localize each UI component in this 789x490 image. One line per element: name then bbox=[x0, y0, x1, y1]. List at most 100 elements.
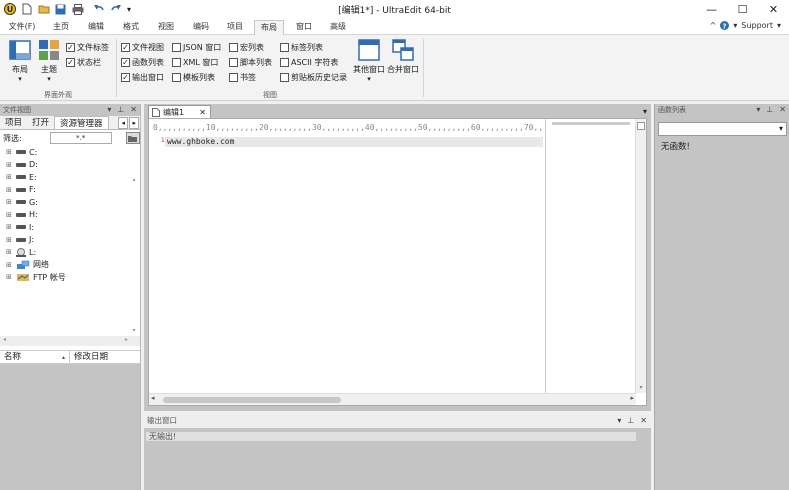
other-windows-button[interactable]: 其他窗口 ▾ bbox=[353, 39, 385, 83]
print-icon[interactable] bbox=[71, 3, 84, 16]
minimap-viewport[interactable] bbox=[552, 122, 630, 125]
document-close-icon[interactable]: ✕ bbox=[199, 108, 206, 117]
checkbox-ascii-table[interactable]: ASCII 字符表 bbox=[280, 57, 338, 68]
checkbox-output-window-box[interactable]: ✓ bbox=[121, 73, 130, 82]
document-list-dropdown-icon[interactable]: ▾ bbox=[643, 107, 647, 116]
close-button[interactable]: ✕ bbox=[758, 0, 789, 18]
minimize-button[interactable]: — bbox=[696, 0, 727, 18]
hscroll-right-icon[interactable]: ▸ bbox=[125, 336, 128, 343]
tab-file[interactable]: 文件(F) bbox=[4, 20, 40, 35]
expand-icon[interactable]: ⊞ bbox=[6, 198, 13, 206]
checkbox-status-bar-box[interactable]: ✓ bbox=[66, 58, 75, 67]
checkbox-xml-window[interactable]: XML 窗口 bbox=[172, 57, 218, 68]
tree-item-drive[interactable]: ⊞ I: bbox=[6, 221, 140, 234]
support-chevron-icon[interactable]: ▾ bbox=[777, 21, 781, 30]
expand-icon[interactable]: ⊞ bbox=[6, 273, 13, 281]
tree-item-drive[interactable]: ⊞ E: bbox=[6, 171, 140, 184]
filter-input[interactable]: *.* bbox=[49, 132, 112, 144]
function-filter-select[interactable]: ▾ bbox=[658, 122, 787, 136]
checkbox-xml-window-box[interactable] bbox=[172, 58, 181, 67]
merge-windows-button[interactable]: 合并窗口 bbox=[387, 39, 419, 75]
tree-item-drive[interactable]: ⊞ H: bbox=[6, 209, 140, 222]
hscroll-right-icon[interactable]: ▸ bbox=[630, 394, 634, 402]
maximize-button[interactable]: ☐ bbox=[727, 0, 758, 18]
support-menu[interactable]: ^ ? ▾ Support ▾ bbox=[710, 21, 781, 30]
tab-advanced[interactable]: 高级 bbox=[324, 20, 352, 35]
support-dropdown-icon[interactable]: ▾ bbox=[733, 21, 737, 30]
checkbox-bookmarks[interactable]: 书签 bbox=[229, 72, 256, 83]
expand-icon[interactable]: ⊞ bbox=[6, 186, 13, 194]
checkbox-tag-list[interactable]: 标签列表 bbox=[280, 42, 323, 53]
expand-icon[interactable]: ⊞ bbox=[6, 261, 13, 269]
expand-icon[interactable]: ⊞ bbox=[6, 211, 13, 219]
tree-item-drive[interactable]: ⊞ F: bbox=[6, 184, 140, 197]
tab-project-files[interactable]: 项目 bbox=[0, 116, 27, 129]
tab-scroll-left-icon[interactable]: ◂ bbox=[118, 117, 128, 129]
expand-icon[interactable]: ⊞ bbox=[6, 161, 13, 169]
theme-button[interactable]: 主题 ▾ bbox=[36, 39, 62, 83]
help-icon[interactable]: ? bbox=[720, 21, 730, 30]
output-pin-icon[interactable]: ⊥ bbox=[627, 414, 634, 428]
tree-item-drive[interactable]: ⊞ L: bbox=[6, 246, 140, 259]
checkbox-file-tabs-box[interactable]: ✓ bbox=[66, 43, 75, 52]
editor-hscroll[interactable]: ◂ ▸ bbox=[149, 393, 636, 405]
checkbox-script-list[interactable]: 脚本列表 bbox=[229, 57, 272, 68]
tree-item-drive[interactable]: ⊞ G: bbox=[6, 196, 140, 209]
tree-item-drive[interactable]: ⊞ D: bbox=[6, 159, 140, 172]
filter-apply-button[interactable] bbox=[125, 132, 140, 144]
hscroll-left-icon[interactable]: ◂ bbox=[3, 336, 6, 343]
checkbox-clipboard-history[interactable]: 剪贴板历史记录 bbox=[280, 72, 347, 83]
checkbox-script-list-box[interactable] bbox=[229, 58, 238, 67]
tab-explorer[interactable]: 资源管理器 bbox=[54, 116, 109, 129]
tree-vscroll[interactable]: ▴ ▾ bbox=[130, 176, 138, 334]
tab-view[interactable]: 视图 bbox=[152, 20, 180, 35]
checkbox-function-list-box[interactable]: ✓ bbox=[121, 58, 130, 67]
expand-icon[interactable]: ⊞ bbox=[6, 173, 13, 181]
checkbox-json-window[interactable]: JSON 窗口 bbox=[172, 42, 221, 53]
tree-hscroll[interactable]: ◂ ▸ bbox=[0, 336, 140, 346]
collapse-ribbon-icon[interactable]: ^ bbox=[710, 21, 717, 30]
tab-open-files[interactable]: 打开 bbox=[27, 116, 54, 129]
checkbox-function-list[interactable]: ✓ 函数列表 bbox=[121, 57, 164, 68]
function-list-close-icon[interactable]: ✕ bbox=[779, 104, 786, 116]
column-name[interactable]: 名称 ▴ bbox=[0, 351, 70, 363]
checkbox-macro-list[interactable]: 宏列表 bbox=[229, 42, 264, 53]
panel-close-icon[interactable]: ✕ bbox=[130, 104, 137, 116]
save-icon[interactable] bbox=[54, 3, 67, 16]
scroll-down-icon[interactable]: ▾ bbox=[130, 327, 138, 334]
checkbox-status-bar[interactable]: ✓ 状态栏 bbox=[66, 57, 101, 68]
checkbox-file-tabs[interactable]: ✓ 文件标签 bbox=[66, 42, 109, 53]
support-label[interactable]: Support bbox=[741, 21, 773, 30]
tab-layout[interactable]: 布局 bbox=[254, 20, 284, 35]
undo-icon[interactable] bbox=[92, 3, 105, 16]
tree-item-network[interactable]: ⊞ 网络 bbox=[6, 259, 140, 272]
output-menu-icon[interactable]: ▾ bbox=[617, 414, 621, 428]
panel-menu-icon[interactable]: ▾ bbox=[107, 104, 111, 116]
function-list-menu-icon[interactable]: ▾ bbox=[756, 104, 760, 116]
tab-scroll-right-icon[interactable]: ▸ bbox=[129, 117, 139, 129]
checkbox-file-view[interactable]: ✓ 文件视图 bbox=[121, 42, 164, 53]
tab-edit[interactable]: 编辑 bbox=[82, 20, 110, 35]
tab-format[interactable]: 格式 bbox=[117, 20, 145, 35]
editor-vscroll[interactable]: ▾ bbox=[635, 119, 646, 393]
tree-item-ftp[interactable]: ⊞ FTP 帐号 bbox=[6, 271, 140, 284]
checkbox-tag-list-box[interactable] bbox=[280, 43, 289, 52]
checkbox-template-list[interactable]: 模板列表 bbox=[172, 72, 215, 83]
checkbox-ascii-table-box[interactable] bbox=[280, 58, 289, 67]
customize-qat-icon[interactable]: ▾ bbox=[126, 3, 132, 16]
tab-project[interactable]: 项目 bbox=[221, 20, 249, 35]
checkbox-output-window[interactable]: ✓ 输出窗口 bbox=[121, 72, 164, 83]
select-dropdown-icon[interactable]: ▾ bbox=[779, 124, 783, 133]
hscroll-thumb[interactable] bbox=[163, 397, 341, 403]
checkbox-bookmarks-box[interactable] bbox=[229, 73, 238, 82]
expand-icon[interactable]: ⊞ bbox=[6, 223, 13, 231]
tab-encoding[interactable]: 编码 bbox=[187, 20, 215, 35]
function-list-pin-icon[interactable]: ⊥ bbox=[766, 104, 773, 116]
pin-icon[interactable]: ⊥ bbox=[117, 104, 124, 116]
open-folder-icon[interactable] bbox=[37, 3, 50, 16]
checkbox-file-view-box[interactable]: ✓ bbox=[121, 43, 130, 52]
layout-button[interactable]: 布局 ▾ bbox=[7, 39, 33, 83]
new-file-icon[interactable] bbox=[20, 3, 33, 16]
expand-icon[interactable]: ⊞ bbox=[6, 148, 13, 156]
expand-icon[interactable]: ⊞ bbox=[6, 236, 13, 244]
